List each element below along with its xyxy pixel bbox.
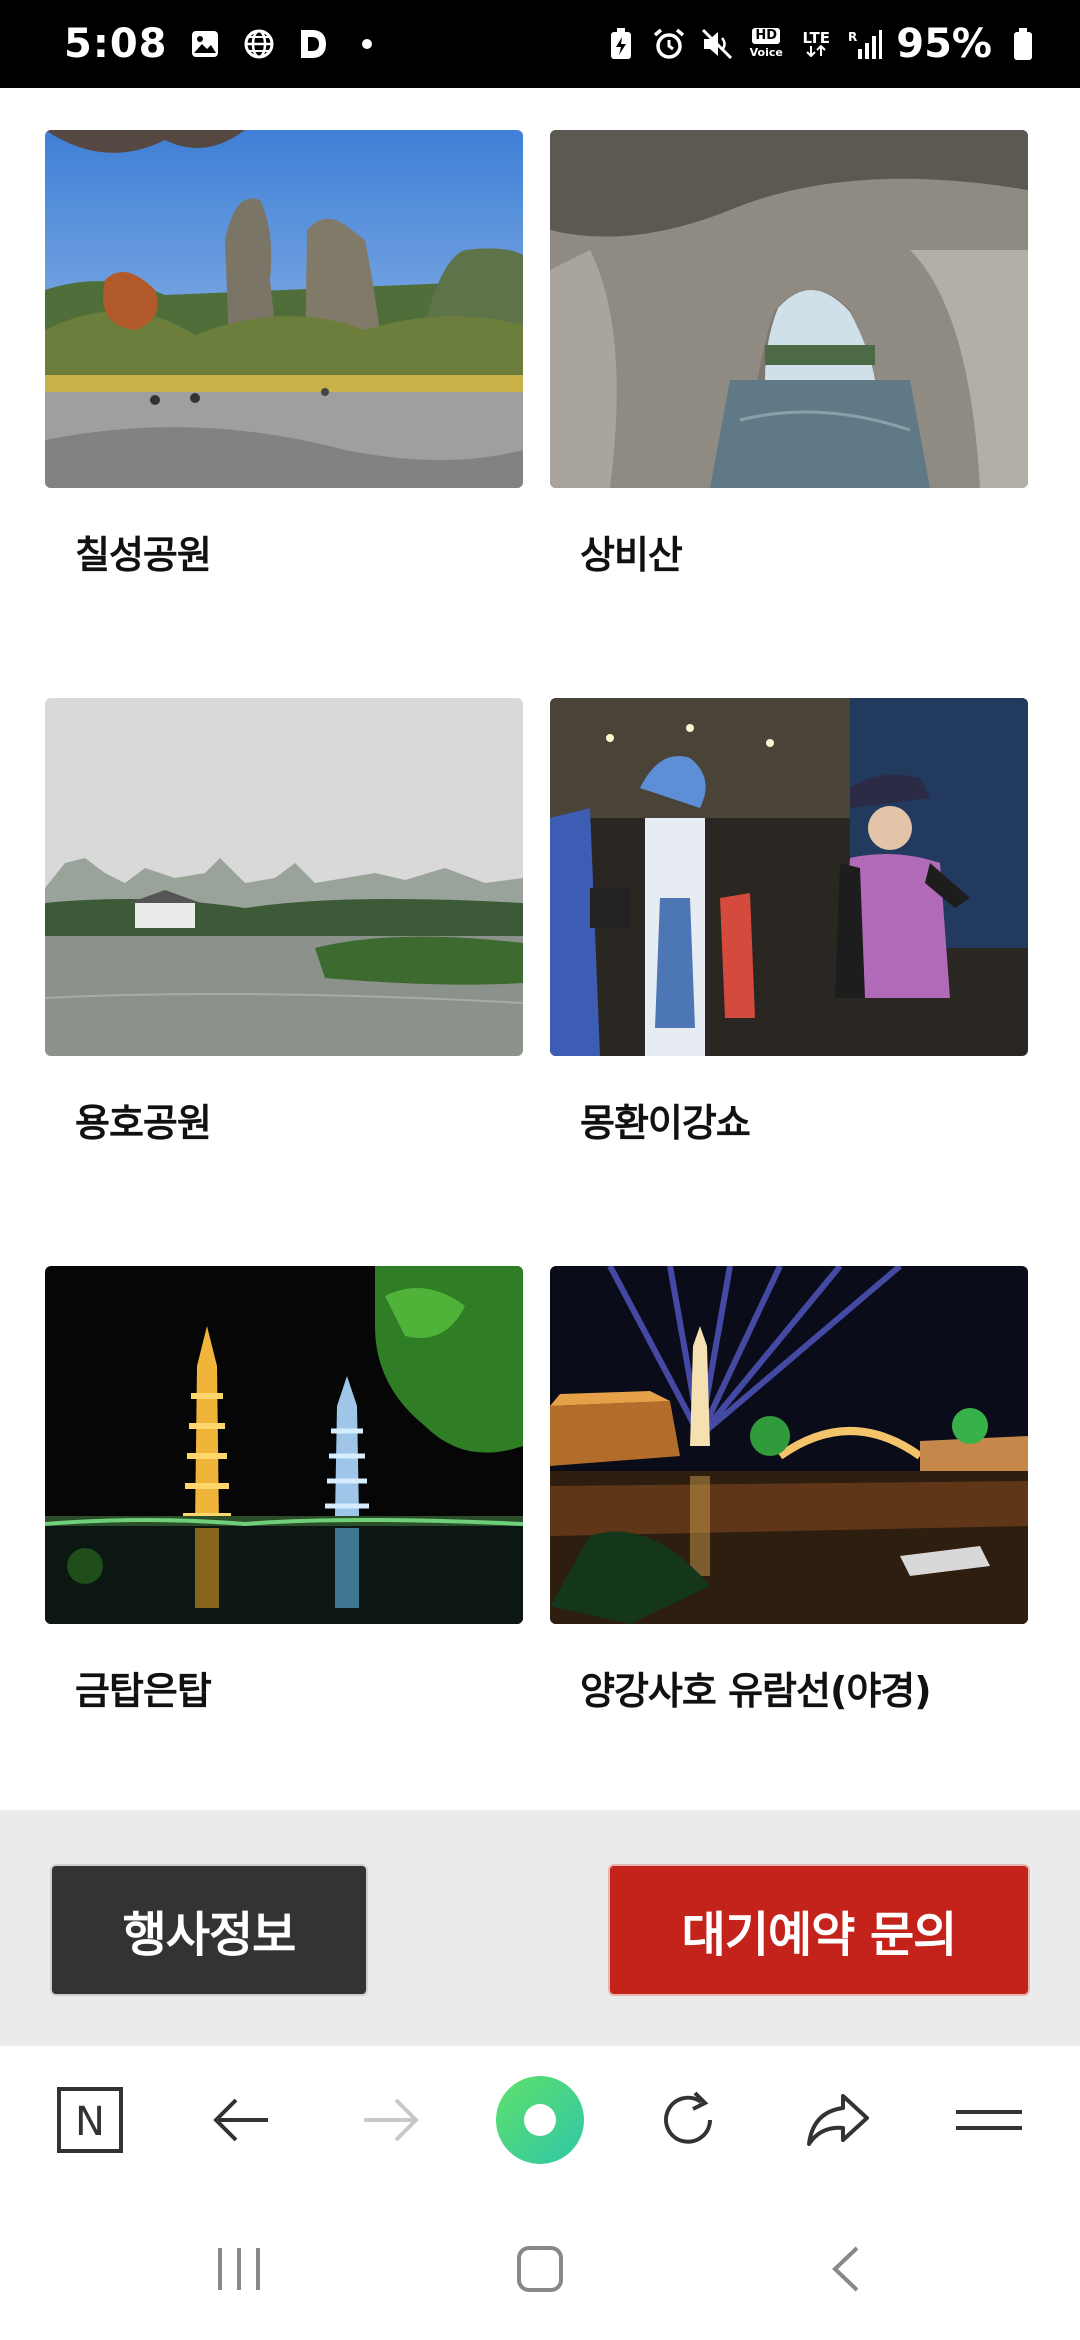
attraction-card[interactable]: 금탑은탑 <box>45 1266 523 1715</box>
menu-icon[interactable] <box>943 2074 1035 2166</box>
attraction-label: 양강사호 유람선(야경) <box>580 1669 932 1713</box>
attraction-label: 몽환이강쇼 <box>580 1101 751 1145</box>
attraction-label: 용호공원 <box>75 1101 212 1145</box>
lte-label: LTE <box>802 29 831 47</box>
status-left: 5:08 <box>64 0 384 88</box>
reservation-inquiry-button[interactable]: 대기예약 문의 <box>608 1864 1030 1996</box>
back-icon[interactable] <box>800 2224 890 2314</box>
attraction-card[interactable]: 상비산 <box>550 130 1028 579</box>
share-icon[interactable] <box>792 2074 884 2166</box>
voice-label: Voice <box>749 46 783 59</box>
home-icon[interactable] <box>495 2224 585 2314</box>
status-time: 5:08 <box>64 21 168 67</box>
naver-home-icon[interactable]: N <box>44 2074 136 2166</box>
dot-icon <box>350 27 384 61</box>
attraction-card[interactable]: 용호공원 <box>45 698 523 1147</box>
attraction-label: 상비산 <box>580 533 683 577</box>
image-icon <box>188 27 222 61</box>
back-arrow-icon[interactable] <box>195 2074 287 2166</box>
battery-saver-icon <box>604 27 638 61</box>
attraction-label: 금탑은탑 <box>75 1669 212 1713</box>
lte-icon: LTE <box>798 27 834 61</box>
attraction-label: 칠성공원 <box>75 533 212 577</box>
svg-text:R: R <box>848 30 857 44</box>
n-label: N <box>75 2099 105 2145</box>
hd-voice-icon: HD Voice <box>748 27 784 61</box>
night-cruise-photo[interactable] <box>550 1266 1028 1624</box>
lake-park-photo[interactable] <box>45 698 523 1056</box>
golden-silver-pagoda-photo[interactable] <box>45 1266 523 1624</box>
attraction-card[interactable]: 칠성공원 <box>45 130 523 579</box>
action-bar: 행사정보 대기예약 문의 <box>0 1810 1080 2046</box>
globe-icon <box>242 27 276 61</box>
hd-label: HD <box>752 28 781 44</box>
attraction-card[interactable]: 몽환이강쇼 <box>550 698 1028 1147</box>
browser-toolbar: N <box>0 2046 1080 2194</box>
forward-arrow-icon[interactable] <box>345 2074 437 2166</box>
karst-park-photo[interactable] <box>45 130 523 488</box>
recent-apps-icon[interactable] <box>194 2224 284 2314</box>
d-app-icon <box>296 27 330 61</box>
green-dot-icon[interactable] <box>494 2074 586 2166</box>
system-nav-bar <box>0 2194 1080 2340</box>
refresh-icon[interactable] <box>642 2074 734 2166</box>
signal-icon: R <box>848 27 883 61</box>
alarm-icon <box>652 27 686 61</box>
battery-percent: 95% <box>896 21 992 67</box>
battery-icon <box>1006 27 1040 61</box>
elephant-trunk-hill-photo[interactable] <box>550 130 1028 488</box>
costume-show-photo[interactable] <box>550 698 1028 1056</box>
attraction-grid: 칠성공원 상비산 용호공원 몽환이강쇼 금탑은탑 양강사호 유람선(야경) <box>0 88 1080 1808</box>
status-right: HD Voice LTE R 95% <box>604 0 1040 88</box>
status-bar: 5:08 HD Voice LTE R 95% <box>0 0 1080 88</box>
mute-icon <box>700 27 734 61</box>
attraction-card[interactable]: 양강사호 유람선(야경) <box>550 1266 1028 1715</box>
event-info-button[interactable]: 행사정보 <box>50 1864 368 1996</box>
